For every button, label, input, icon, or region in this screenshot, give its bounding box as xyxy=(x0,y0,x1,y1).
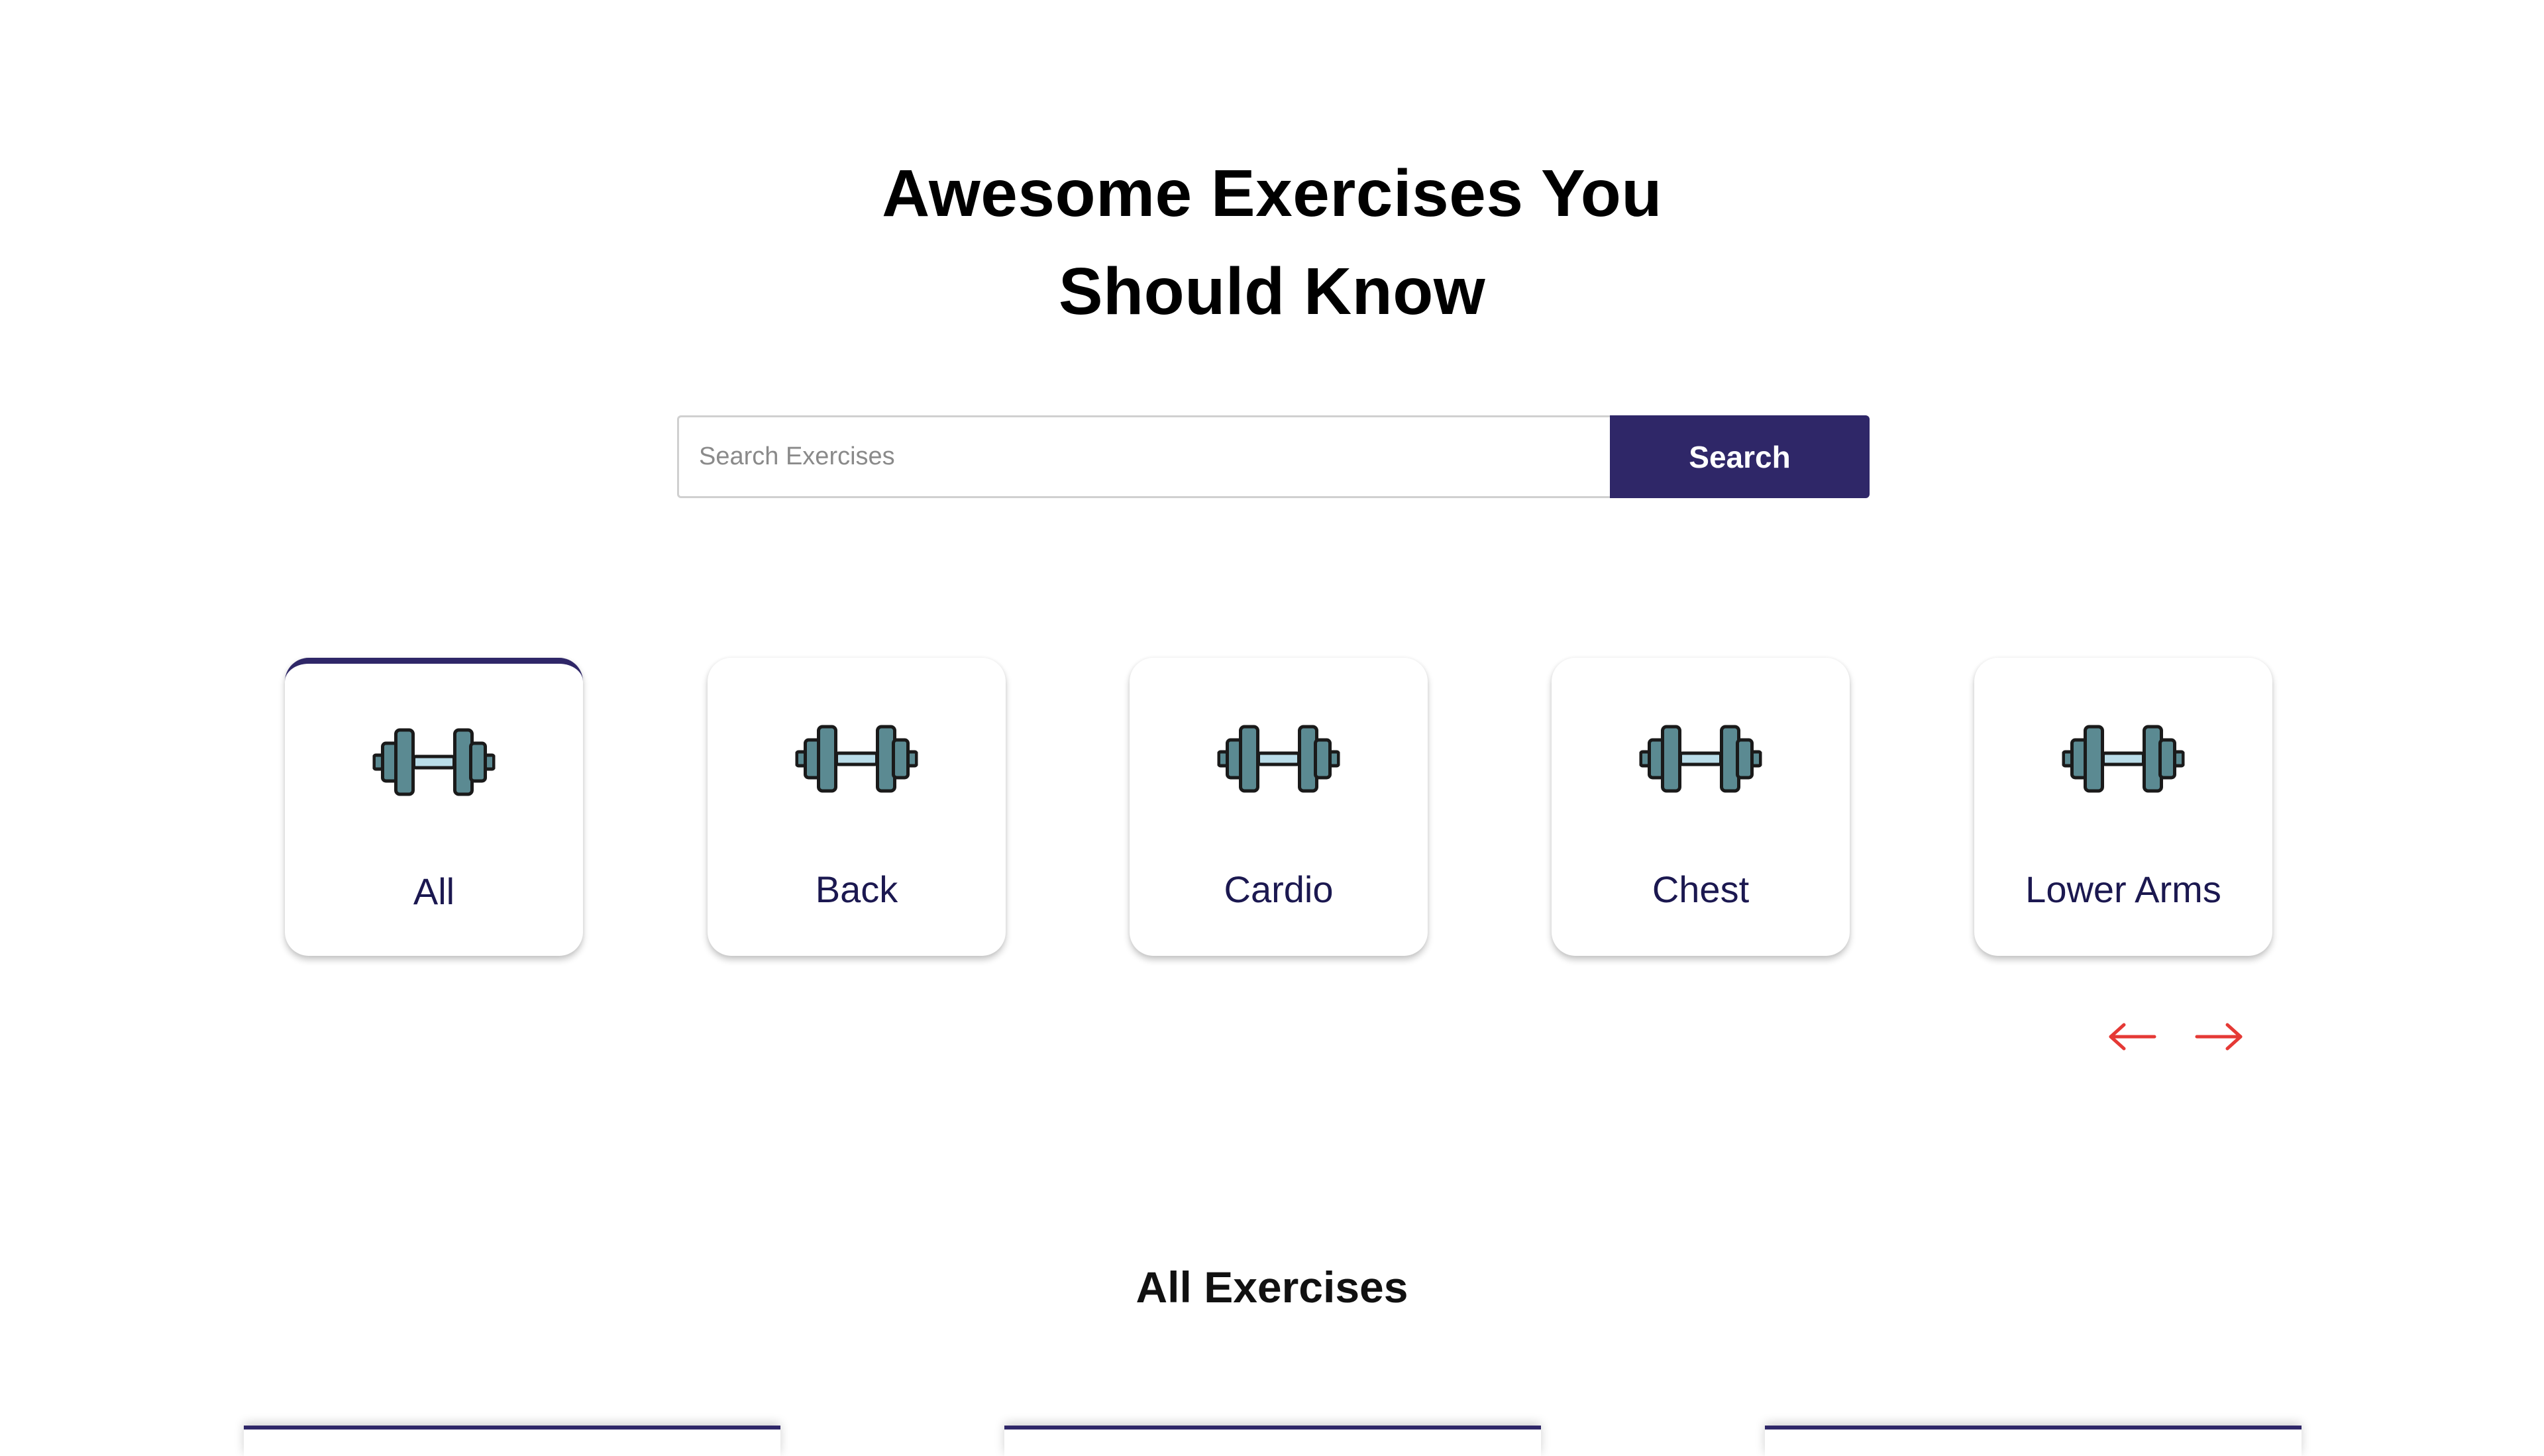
dumbbell-icon xyxy=(372,728,496,796)
category-carousel: All Back Cardio Chest Lower Arms xyxy=(0,658,2544,956)
exercise-card[interactable] xyxy=(244,1426,780,1456)
search-bar: Search xyxy=(677,415,1870,498)
exercise-card[interactable] xyxy=(1765,1426,2302,1456)
category-card-lower-arms[interactable]: Lower Arms xyxy=(1974,658,2272,956)
exercises-section-title: All Exercises xyxy=(1136,1263,1408,1312)
arrow-left-icon[interactable] xyxy=(2105,1017,2158,1057)
category-card-cardio[interactable]: Cardio xyxy=(1130,658,1428,956)
search-input[interactable] xyxy=(677,415,1610,498)
dumbbell-icon xyxy=(1639,725,1762,793)
page-title: Awesome Exercises You Should Know xyxy=(0,144,2544,340)
search-button[interactable]: Search xyxy=(1610,415,1870,498)
category-label: Lower Arms xyxy=(2025,868,2221,910)
dumbbell-icon xyxy=(795,725,918,793)
category-label: Back xyxy=(815,868,898,910)
category-label: Cardio xyxy=(1224,868,1334,910)
dumbbell-icon xyxy=(1217,725,1340,793)
category-label: Chest xyxy=(1652,868,1750,910)
category-card-chest[interactable]: Chest xyxy=(1552,658,1850,956)
dumbbell-icon xyxy=(2062,725,2185,793)
page-title-line-2: Should Know xyxy=(1058,254,1486,329)
category-label: All xyxy=(413,870,455,912)
page-title-line-1: Awesome Exercises You xyxy=(882,156,1662,231)
exercise-card[interactable] xyxy=(1004,1426,1541,1456)
category-card-back[interactable]: Back xyxy=(708,658,1006,956)
category-card-all[interactable]: All xyxy=(285,658,583,956)
arrow-right-icon[interactable] xyxy=(2193,1017,2246,1057)
